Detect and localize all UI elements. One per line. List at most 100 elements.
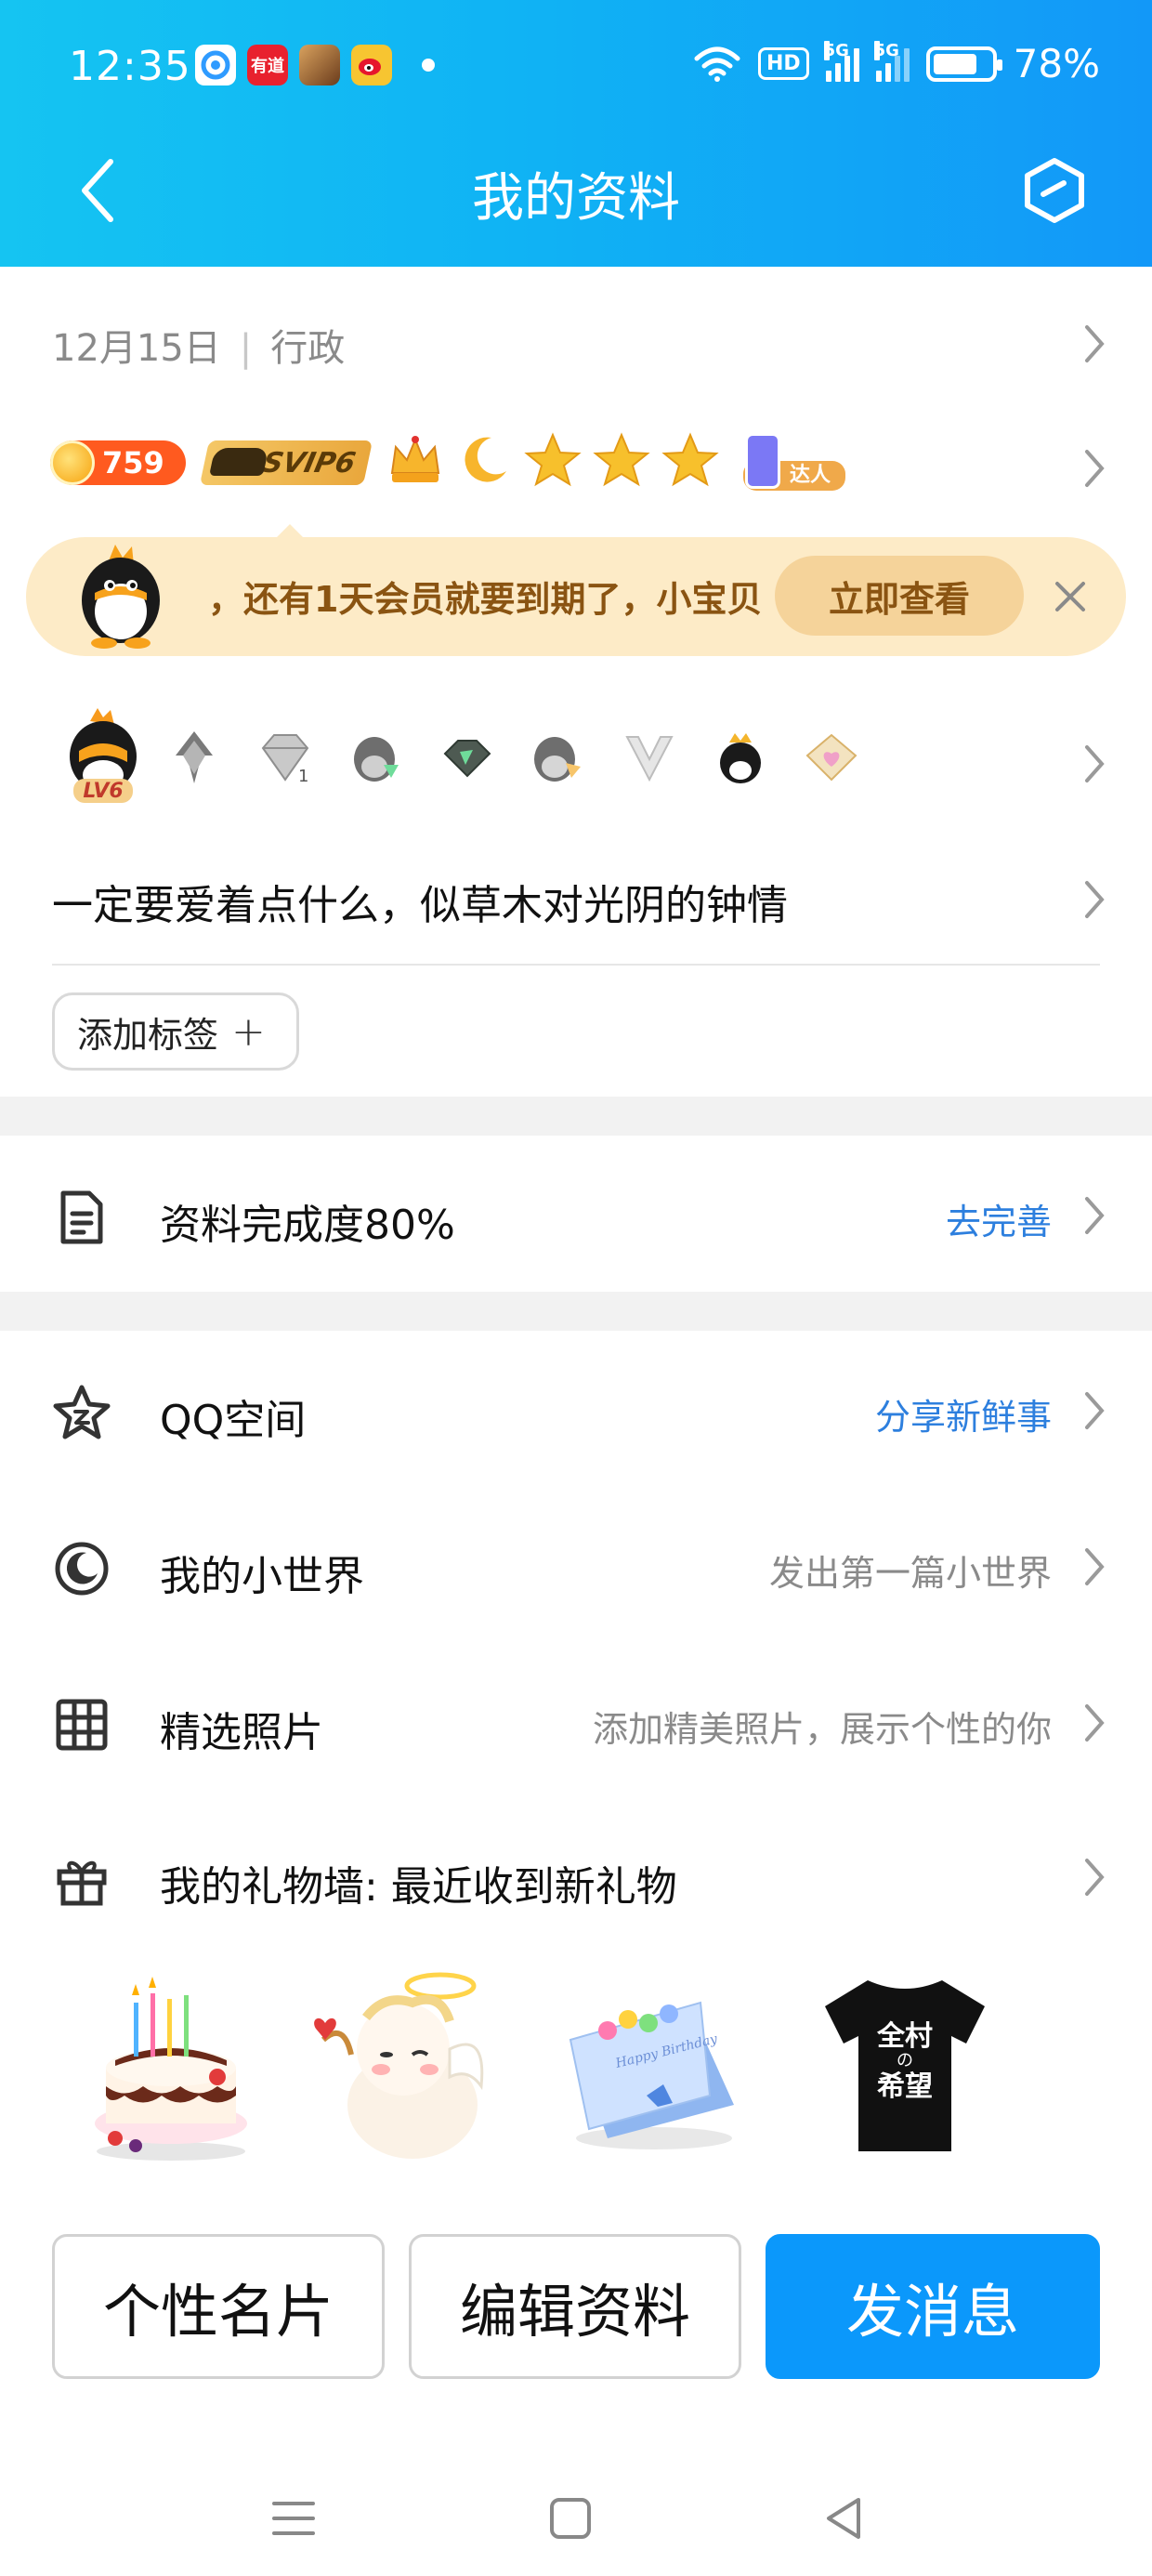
triangle-back-icon — [827, 2498, 860, 2539]
moon-icon — [453, 429, 515, 491]
battery-icon — [925, 46, 1002, 82]
chevron-right-icon — [1076, 440, 1113, 496]
star-icon-3 — [660, 429, 721, 491]
crown-icon — [385, 429, 446, 491]
status-right: HD 5G 5G 78% — [693, 40, 1100, 86]
edit-profile-button[interactable]: 编辑资料 — [409, 2234, 741, 2379]
menu-nav-button[interactable] — [256, 2481, 331, 2556]
notification-icons: 有道 — [195, 45, 435, 85]
star-icon-2 — [591, 429, 652, 491]
chevron-right-icon — [1076, 1539, 1113, 1595]
signal-label: 5G — [823, 40, 849, 60]
svip-hat-icon — [209, 448, 269, 476]
star-icon-1 — [522, 429, 583, 491]
chevron-right-icon — [1076, 872, 1113, 927]
menu-label: 我的小世界 — [160, 1553, 364, 1600]
document-icon — [52, 1188, 111, 1247]
menu-hint: 添加精美照片，展示个性的你 — [592, 1709, 1052, 1750]
profile-completion-row[interactable]: 资料完成度80% 去完善 — [0, 1145, 1152, 1284]
penguin-gold-medal-icon — [513, 706, 604, 808]
add-tag-button[interactable]: 添加标签 + — [52, 992, 299, 1071]
v-medal-icon — [604, 706, 695, 808]
vip-message: ，还有1天会员就要到期了，小宝贝 — [208, 579, 763, 620]
close-icon — [1055, 582, 1085, 611]
gift-icon — [52, 1849, 111, 1909]
game-avatar-icon — [299, 45, 340, 85]
chevron-right-icon — [1076, 736, 1113, 792]
page-title: 我的资料 — [472, 168, 680, 229]
penguin-gem-medal-icon — [331, 706, 422, 808]
gift-list: Happy Birthday 全村 の 希望 — [78, 1965, 1007, 2179]
signature-row[interactable]: 一定要爱着点什么，似草木对光阴的钟情 — [0, 855, 1152, 948]
level-icons — [385, 429, 721, 491]
section-gap — [0, 1097, 1152, 1136]
square-icon — [550, 2498, 591, 2539]
birth-date: 12月15日 — [52, 327, 221, 370]
completion-label: 资料完成度80% — [160, 1202, 455, 1249]
cupid-sheep-gift-icon[interactable] — [310, 1965, 496, 2170]
menu-item-small-world[interactable]: 我的小世界 发出第一篇小世界 — [0, 1496, 1152, 1636]
date-job-text: 12月15日 | 行政 — [52, 318, 345, 372]
svg-text:1: 1 — [298, 767, 308, 786]
chevron-right-icon — [1076, 1188, 1113, 1243]
edit-hexagon-button[interactable] — [1013, 149, 1096, 232]
chevron-right-icon — [1076, 1383, 1113, 1439]
signal-label-2: 5G — [873, 40, 899, 60]
hexagon-edit-icon — [1025, 158, 1084, 223]
close-banner-button[interactable] — [1042, 569, 1098, 624]
diamond-medal-icon: 1 — [240, 706, 331, 808]
coin-icon — [50, 440, 95, 485]
menu-item-gift-wall[interactable]: 我的礼物墙: 最近收到新礼物 — [0, 1807, 1152, 1946]
menu-action: 分享新鲜事 — [874, 1397, 1052, 1438]
title-bar: 我的资料 — [0, 139, 1152, 267]
vip-expiry-banner: ，还有1天会员就要到期了，小宝贝 立即查看 — [26, 524, 1126, 656]
add-tag-label: 添加标签 — [77, 1014, 219, 1056]
menu-item-photos[interactable]: 精选照片 添加精美照片，展示个性的你 — [0, 1652, 1152, 1792]
badges-row[interactable]: 759 SVIP6 达人 — [0, 416, 1152, 519]
svip-badge: SVIP6 — [199, 440, 373, 485]
menu-label: 我的礼物墙: 最近收到新礼物 — [160, 1863, 677, 1911]
level-badge-text: LV6 — [83, 780, 123, 803]
heart-diamond-medal-icon — [786, 706, 877, 808]
birthday-card-gift-icon[interactable]: Happy Birthday — [561, 1965, 747, 2170]
birthday-cake-gift-icon[interactable] — [78, 1965, 264, 2170]
tshirt-text-2: の — [897, 2051, 913, 2070]
daren-badge: 达人 — [725, 431, 845, 493]
plus-icon: + — [231, 1007, 266, 1056]
qq-browser-icon — [195, 45, 236, 85]
chevron-right-icon — [1076, 1849, 1113, 1905]
star-icon — [52, 1383, 111, 1442]
home-nav-button[interactable] — [533, 2481, 608, 2556]
more-notifications-dot — [422, 59, 435, 72]
wifi-icon — [694, 46, 740, 82]
daren-phone-icon — [745, 433, 780, 489]
system-nav-bar — [0, 2453, 1152, 2576]
view-now-button[interactable]: 立即查看 — [775, 556, 1024, 636]
profile-card-button[interactable]: 个性名片 — [52, 2234, 385, 2379]
back-nav-button[interactable] — [806, 2481, 881, 2556]
chevron-right-icon — [1076, 1695, 1113, 1751]
weibo-icon — [351, 45, 392, 85]
send-message-button[interactable]: 发消息 — [766, 2234, 1100, 2379]
menu-label: 精选照片 — [160, 1709, 323, 1756]
profile-page: 12:35 有道 HD 5G 5G 78% 我的资料 12月15日 | 行政 7… — [0, 0, 1152, 2576]
tshirt-gift-icon[interactable]: 全村 の 希望 — [812, 1965, 998, 2170]
status-time: 12:35 — [69, 43, 191, 90]
penguin-mascot-icon — [67, 543, 175, 651]
battery-percent: 78% — [1013, 41, 1100, 86]
lv6-medal-icon: LV6 — [58, 706, 149, 808]
grid-icon — [52, 1695, 111, 1755]
divider — [52, 964, 1100, 966]
date-job-row[interactable]: 12月15日 | 行政 — [0, 297, 1152, 390]
section-gap — [0, 1292, 1152, 1331]
coins-badge: 759 — [50, 440, 186, 485]
menu-item-qzone[interactable]: QQ空间 分享新鲜事 — [0, 1340, 1152, 1479]
signal-icon-2: 5G — [873, 40, 910, 82]
tshirt-text-1: 全村 — [876, 2020, 933, 2053]
medals-row[interactable]: LV6 1 — [0, 706, 1152, 827]
youdao-icon-label: 有道 — [251, 57, 284, 76]
status-bar: 12:35 有道 HD 5G 5G 78% — [0, 0, 1152, 139]
separator: | — [239, 327, 253, 370]
complete-profile-link[interactable]: 去完善 — [946, 1193, 1052, 1244]
hd-badge: HD — [757, 47, 809, 80]
